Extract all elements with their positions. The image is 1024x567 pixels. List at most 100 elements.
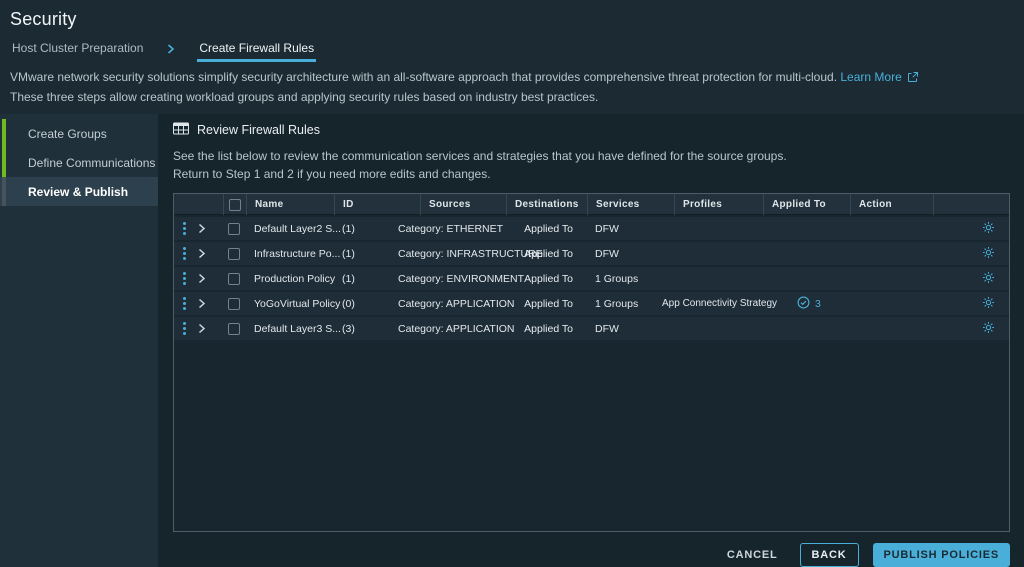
column-header-services: Services: [587, 194, 674, 215]
header-controls-cell: [174, 194, 223, 215]
publish-policies-button[interactable]: PUBLISH POLICIES: [872, 543, 1010, 567]
row-sources-category: Category: INFRASTRUCTURE: [398, 247, 543, 260]
row-checkbox[interactable]: [228, 222, 240, 235]
column-header-profiles: Profiles: [674, 194, 763, 215]
badge-count: 3: [815, 297, 821, 310]
chevron-right-icon[interactable]: [197, 323, 206, 334]
row-settings-cell: [933, 221, 1009, 237]
row-settings-cell: [933, 296, 1009, 312]
panel-desc-line-1: See the list below to review the communi…: [173, 149, 787, 163]
row-name: Default Layer2 S...: [254, 222, 341, 235]
external-link-icon[interactable]: [907, 70, 919, 88]
main-panel: Review Firewall Rules See the list below…: [158, 114, 1024, 567]
row-checkbox[interactable]: [228, 272, 240, 285]
row-controls-cell: [174, 297, 223, 310]
row-checkbox-cell: [223, 272, 246, 285]
gear-icon[interactable]: [982, 271, 995, 287]
row-applied-to-label: Applied To: [524, 222, 573, 235]
row-name: YoGoVirtual Policy: [254, 297, 341, 310]
row-controls-cell: [174, 247, 223, 260]
intro-line-2: These three steps allow creating workloa…: [10, 90, 599, 104]
row-groups-link[interactable]: 1 Groups: [587, 273, 674, 285]
learn-more-link[interactable]: Learn More: [840, 70, 901, 84]
chevron-right-icon[interactable]: [197, 223, 206, 234]
row-controls-cell: [174, 272, 223, 285]
column-header-name: Name: [246, 194, 334, 215]
table-row: Default Layer3 S... (3) Category: APPLICAT…: [174, 317, 1009, 340]
sidebar-step-review-publish[interactable]: Review & Publish: [0, 177, 158, 206]
row-applied-to-label: Applied To: [524, 272, 573, 285]
row-settings-cell: [933, 271, 1009, 287]
breadcrumb-chevron-icon: [167, 44, 175, 62]
kebab-menu-icon[interactable]: [183, 272, 186, 285]
table-row: YoGoVirtual Policy (0) Category: APPLICATI…: [174, 292, 1009, 315]
table-row: Infrastructure Po... (1) Category: INFRAST…: [174, 242, 1009, 265]
row-checkbox[interactable]: [228, 297, 240, 310]
tab-create-firewall-rules[interactable]: Create Firewall Rules: [197, 37, 317, 62]
tab-bar: Host Cluster Preparation Create Firewall …: [10, 37, 1014, 62]
kebab-menu-icon[interactable]: [183, 322, 186, 335]
row-controls-cell: [174, 222, 223, 235]
kebab-menu-icon[interactable]: [183, 222, 186, 235]
row-settings-cell: [933, 321, 1009, 337]
gear-icon[interactable]: [982, 246, 995, 262]
back-button[interactable]: BACK: [799, 543, 859, 567]
firewall-rules-table: Name ID Sources Destinations Services Profile…: [173, 193, 1010, 532]
chevron-right-icon[interactable]: [197, 298, 206, 309]
steps-sidebar: Create Groups Define Communications Review…: [0, 114, 158, 567]
firewall-rules-table-icon: [173, 122, 189, 138]
column-header-applied-to: Applied To: [763, 194, 850, 215]
top-header: Security Host Cluster Preparation Create …: [0, 0, 1024, 114]
row-services-value: DFW: [595, 222, 619, 235]
column-header-action: Action: [850, 194, 933, 215]
row-settings-cell: [933, 246, 1009, 262]
row-checkbox-cell: [223, 297, 246, 310]
row-sources-category: Category: ENVIRONMENT: [398, 272, 525, 285]
sidebar-step-define-communications[interactable]: Define Communications: [0, 148, 158, 177]
gear-icon[interactable]: [982, 221, 995, 237]
select-all-checkbox[interactable]: [229, 198, 241, 211]
row-name: Production Policy: [254, 272, 336, 285]
row-profile-name: App Connectivity Strategy: [662, 298, 778, 309]
row-sources-category: Category: APPLICATION: [398, 322, 515, 335]
column-header-empty: [933, 194, 1009, 215]
row-name: Default Layer3 S...: [254, 322, 341, 335]
row-name: Infrastructure Po...: [254, 247, 341, 260]
check-circle-icon: [797, 296, 810, 312]
intro-line-1: VMware network security solutions simpli…: [10, 68, 1014, 88]
table-header-row: Name ID Sources Destinations Services Profile…: [174, 194, 1009, 215]
footer-actions: CANCEL BACK PUBLISH POLICIES: [173, 532, 1010, 567]
panel-desc-line-2: Return to Step 1 and 2 if you need more …: [173, 167, 491, 181]
chevron-right-icon[interactable]: [197, 248, 206, 259]
intro-text: VMware network security solutions simpli…: [10, 68, 1014, 114]
app-window: Security Host Cluster Preparation Create …: [0, 0, 1024, 567]
cancel-button[interactable]: CANCEL: [719, 544, 786, 566]
panel-description: See the list below to review the communi…: [173, 147, 1010, 183]
kebab-menu-icon[interactable]: [183, 247, 186, 260]
header-checkbox-cell: [223, 194, 246, 215]
panel-header: Review Firewall Rules: [173, 122, 1010, 138]
table-row: Default Layer2 S... (1) Category: ETHERNET…: [174, 217, 1009, 240]
row-applied-to-label: Applied To: [524, 297, 573, 310]
table-row: Production Policy (1) Category: ENVIRONMEN…: [174, 267, 1009, 290]
row-checkbox[interactable]: [228, 322, 240, 335]
row-checkbox-cell: [223, 222, 246, 235]
row-checkbox-cell: [223, 322, 246, 335]
gear-icon[interactable]: [982, 296, 995, 312]
row-controls-cell: [174, 322, 223, 335]
tab-host-cluster-preparation[interactable]: Host Cluster Preparation: [10, 37, 145, 62]
row-applied-badge-cell: 3: [763, 296, 850, 312]
chevron-right-icon[interactable]: [197, 273, 206, 284]
row-checkbox-cell: [223, 247, 246, 260]
kebab-menu-icon[interactable]: [183, 297, 186, 310]
gear-icon[interactable]: [982, 321, 995, 337]
row-sources-category: Category: APPLICATION: [398, 297, 515, 310]
column-header-id: ID: [334, 194, 420, 215]
page-title: Security: [10, 9, 77, 29]
row-services-value: DFW: [595, 322, 619, 335]
row-checkbox[interactable]: [228, 247, 240, 260]
sidebar-step-create-groups[interactable]: Create Groups: [0, 119, 158, 148]
column-header-destinations: Destinations: [506, 194, 587, 215]
column-header-sources: Sources: [420, 194, 506, 215]
row-applied-to-label: Applied To: [524, 247, 573, 260]
